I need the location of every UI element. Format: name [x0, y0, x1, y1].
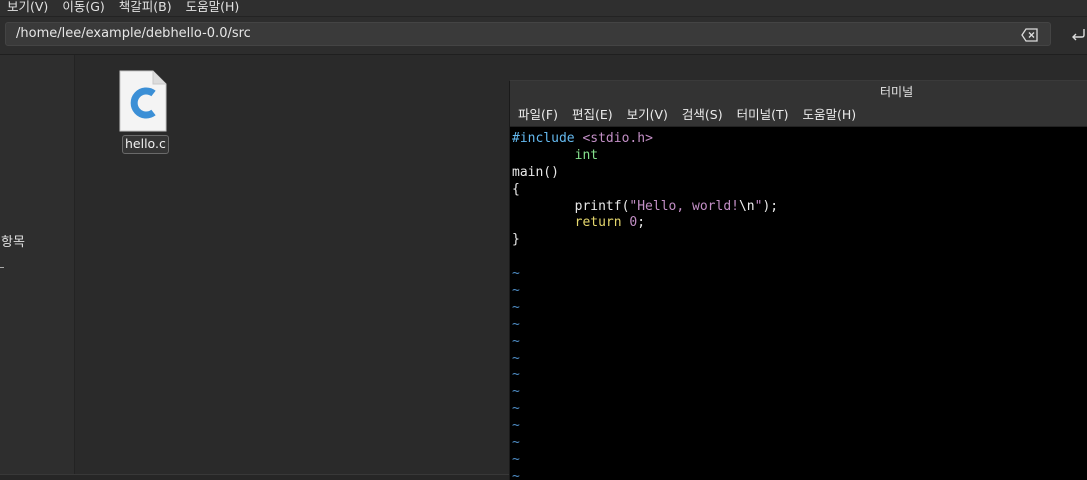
terminal-menu-help[interactable]: 도움말(H) — [798, 106, 862, 124]
vim-empty-line-marker: ~ — [512, 266, 520, 282]
terminal-line: printf("Hello, world!\n"); — [512, 199, 1087, 216]
menu-help[interactable]: 도움말(H) — [179, 0, 247, 14]
terminal-line: #include <stdio.h> — [512, 131, 1087, 148]
terminal-line: main() — [512, 165, 1087, 182]
code-token: ); — [762, 198, 779, 214]
terminal-line: ~ — [512, 334, 1087, 351]
vim-empty-line-marker: ~ — [512, 435, 520, 451]
terminal-menubar: 파일(F) 편집(E) 보기(V) 검색(S) 터미널(T) 도움말(H) — [510, 103, 1087, 127]
terminal-line: ~ — [512, 469, 1087, 480]
menu-bookmarks[interactable]: 책갈피(B) — [112, 0, 179, 14]
code-token: { — [512, 181, 520, 197]
c-source-file-icon — [119, 70, 167, 132]
vim-empty-line-marker: ~ — [512, 333, 520, 349]
vim-empty-line-marker: ~ — [512, 401, 520, 417]
terminal-line: int — [512, 148, 1087, 165]
terminal-menu-search[interactable]: 검색(S) — [677, 106, 728, 124]
vim-empty-line-marker: ~ — [512, 367, 520, 383]
go-enter-icon[interactable] — [1069, 27, 1087, 43]
vim-empty-line-marker: ~ — [512, 451, 520, 467]
vim-empty-line-marker: ~ — [512, 350, 520, 366]
code-token: <stdio.h> — [582, 131, 653, 146]
location-toolbar: /home/lee/example/debhello-0.0/src — [0, 17, 1087, 55]
terminal-line: ~ — [512, 367, 1087, 384]
terminal-line: ~ — [512, 351, 1087, 368]
terminal-titlebar[interactable]: 터미널 — [510, 81, 1087, 103]
location-input[interactable]: /home/lee/example/debhello-0.0/src — [5, 22, 1051, 46]
vim-empty-line-marker: ~ — [512, 384, 520, 400]
code-token: } — [512, 232, 520, 248]
vim-empty-line-marker: ~ — [512, 468, 520, 480]
code-token: #include — [512, 131, 583, 146]
terminal-line: ~ — [512, 418, 1087, 435]
vim-empty-line-marker: ~ — [512, 299, 520, 315]
code-token: ; — [637, 215, 646, 231]
terminal-line: ~ — [512, 317, 1087, 334]
terminal-line: ~ — [512, 384, 1087, 401]
terminal-menu-terminal[interactable]: 터미널(T) — [732, 106, 794, 124]
vim-empty-line-marker: ~ — [512, 283, 520, 299]
file-item-hello-c[interactable]: hello.c — [118, 70, 169, 158]
vim-empty-line-marker: ~ — [512, 316, 520, 332]
sidebar-divider — [0, 267, 4, 268]
menu-view[interactable]: 보기(V) — [0, 0, 55, 14]
terminal-window[interactable]: 터미널 파일(F) 편집(E) 보기(V) 검색(S) 터미널(T) 도움말(H… — [509, 80, 1087, 480]
menu-go[interactable]: 이동(G) — [55, 0, 111, 14]
code-token: main() — [512, 164, 559, 180]
terminal-line: { — [512, 182, 1087, 199]
file-name-label: hello.c — [122, 135, 169, 154]
code-token: int — [574, 147, 599, 163]
terminal-line: } — [512, 232, 1087, 249]
code-token: \n — [738, 198, 755, 214]
code-token: printf( — [512, 198, 630, 214]
file-manager-menubar: 보기(V) 이동(G) 책갈피(B) 도움말(H) — [0, 0, 1087, 17]
terminal-line: return 0; — [512, 215, 1087, 232]
terminal-menu-view[interactable]: 보기(V) — [622, 106, 673, 124]
terminal-line: ~ — [512, 283, 1087, 300]
terminal-line: ~ — [512, 266, 1087, 283]
code-token: return — [574, 215, 622, 231]
terminal-line: ~ — [512, 452, 1087, 469]
terminal-menu-file[interactable]: 파일(F) — [513, 106, 563, 124]
terminal-menu-edit[interactable]: 편집(E) — [567, 106, 618, 124]
vim-empty-line-marker: ~ — [512, 418, 520, 434]
sidebar-items-label: 항목 — [1, 235, 25, 250]
terminal-line: ~ — [512, 300, 1087, 317]
terminal-screen[interactable]: #include <stdio.h> int main(){ printf("He… — [512, 131, 1087, 480]
terminal-title: 터미널 — [880, 85, 914, 99]
code-token: "Hello, world! — [629, 198, 739, 214]
clear-location-icon[interactable] — [1021, 28, 1039, 42]
terminal-line: ~ — [512, 401, 1087, 418]
places-sidebar: 항목 — [0, 55, 75, 479]
terminal-line: ~ — [512, 435, 1087, 452]
